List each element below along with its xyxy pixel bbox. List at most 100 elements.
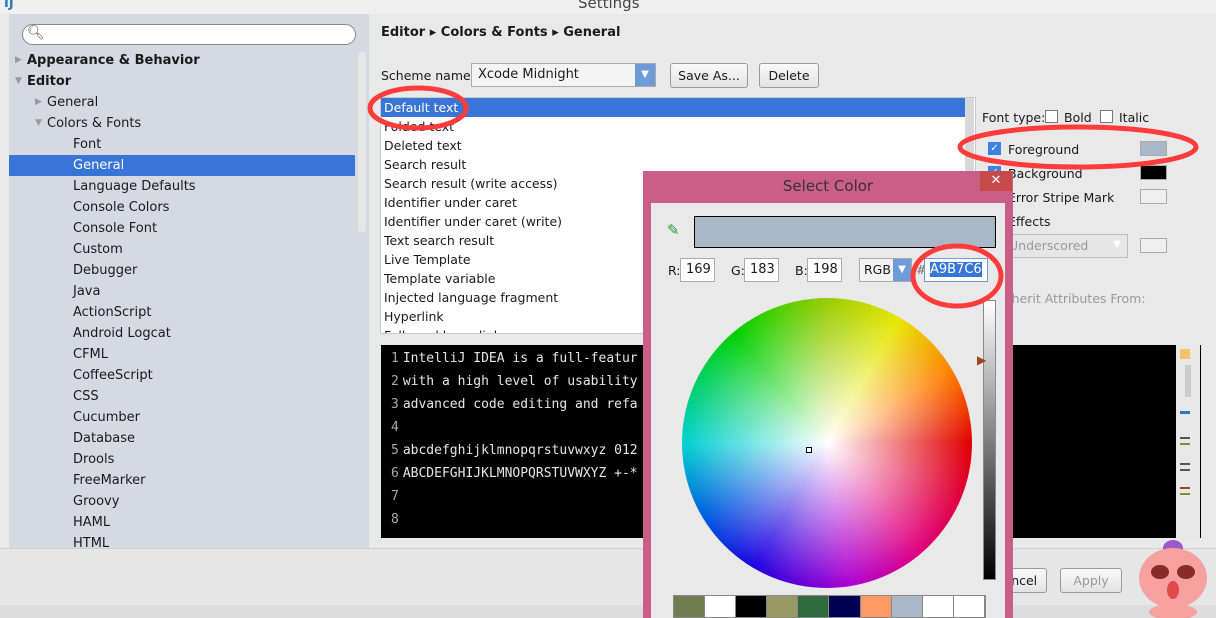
background-swatch[interactable] [1140,165,1167,180]
bold-checkbox[interactable] [1045,110,1058,123]
line-number: 4 [391,420,399,435]
list-item[interactable]: Deleted text [381,136,965,155]
effect-swatch[interactable] [1140,238,1167,253]
preview-text: IntelliJ IDEA is a full-featur [402,351,638,366]
sidebar-item[interactable]: Console Colors [9,197,355,218]
sidebar-item-label: Appearance & Behavior [27,53,200,68]
sidebar-item[interactable]: Groovy [9,491,355,512]
sidebar-item[interactable]: CoffeeScript [9,365,355,386]
sidebar-item[interactable]: HAML [9,512,355,533]
collapsed-arrow-icon[interactable]: ▶ [35,92,42,113]
sidebar-item[interactable]: Custom [9,239,355,260]
expanded-arrow-icon[interactable]: ▼ [35,113,42,134]
scheme-select[interactable]: Xcode Midnight ▼ [471,63,656,87]
preview-line: 3 advanced code editing and refa [391,397,638,412]
color-swatch[interactable] [860,596,892,617]
g-input[interactable]: 183 [744,258,779,282]
hex-value: A9B7C6 [930,262,982,277]
preview-line: 4 [391,420,403,435]
color-mode-value: RGB [864,262,891,277]
r-input[interactable]: 169 [680,258,715,282]
foreground-swatch[interactable] [1140,141,1167,156]
sidebar-item[interactable]: Java [9,281,355,302]
list-item[interactable]: Folded text [381,117,965,136]
preview-line: 1 IntelliJ IDEA is a full-featur [391,351,638,366]
color-mode-select[interactable]: RGB ▼ [859,258,912,282]
sidebar-item[interactable]: ▶ Appearance & Behavior [9,50,355,71]
sidebar-item[interactable]: Drools [9,449,355,470]
chevron-down-icon: ▼ [1113,239,1121,250]
italic-checkbox[interactable] [1100,110,1113,123]
brightness-slider-handle[interactable]: ▶ [977,353,986,367]
sidebar-item[interactable]: Cucumber [9,407,355,428]
color-swatch[interactable] [674,596,706,617]
sidebar-item[interactable]: Language Defaults [9,176,355,197]
sidebar-item[interactable]: Console Font [9,218,355,239]
collapsed-arrow-icon[interactable]: ▶ [15,50,22,71]
apply-button[interactable]: Apply [1060,568,1122,593]
preview-line: 8 [391,512,403,527]
sidebar-item[interactable]: Android Logcat [9,323,355,344]
sidebar-item[interactable]: ▼ Editor [9,71,355,92]
chevron-down-icon: ▼ [893,259,911,281]
sidebar-item[interactable]: FreeMarker [9,470,355,491]
sidebar-item-label: CSS [73,389,99,404]
color-preview [694,216,996,248]
color-swatch[interactable] [829,596,861,617]
window-title: Settings [578,0,640,12]
sidebar-item-label: Colors & Fonts [47,116,142,131]
list-item[interactable]: Default text [381,98,965,117]
foreground-label: Foreground [1008,142,1080,157]
color-swatch[interactable] [767,596,799,617]
line-number: 5 [391,443,399,458]
sidebar-item-label: FreeMarker [73,473,146,488]
color-swatch[interactable] [891,596,923,617]
preview-text: with a high level of usability [402,374,638,389]
b-input[interactable]: 198 [807,258,842,282]
brightness-slider[interactable] [983,300,996,580]
expanded-arrow-icon[interactable]: ▼ [15,71,22,92]
error-stripe-swatch[interactable] [1140,189,1167,204]
color-swatch[interactable] [736,596,768,617]
sidebar-item[interactable]: Debugger [9,260,355,281]
foreground-checkbox[interactable]: ✓ [988,142,1001,155]
color-swatch[interactable] [705,596,737,617]
italic-label: Italic [1119,110,1150,125]
sidebar-item[interactable]: CSS [9,386,355,407]
sidebar-item[interactable]: ActionScript [9,302,355,323]
line-number: 8 [391,512,399,527]
color-swatch[interactable] [953,596,985,617]
effect-type-select[interactable]: Underscored ▼ [1000,234,1128,258]
color-swatch[interactable] [798,596,830,617]
sidebar-scrollbar[interactable] [358,52,366,232]
sidebar-item[interactable]: General [9,155,355,176]
bold-label: Bold [1064,110,1092,125]
color-swatch[interactable] [922,596,954,617]
preview-line: 7 [391,489,403,504]
sidebar-item-label: Java [73,284,101,299]
breadcrumb: Editor ▸ Colors & Fonts ▸ General [381,25,621,40]
preview-text: abcdefghijklmnopqrstuvwxyz 012 [402,443,638,458]
delete-button[interactable]: Delete [759,63,819,88]
search-input[interactable]: 🔍︎ [22,24,356,45]
mascot-sticker [1139,540,1207,618]
sidebar-item[interactable]: Database [9,428,355,449]
close-icon[interactable]: ✕ [980,171,1012,191]
color-wheel[interactable] [682,298,972,588]
sidebar-item-label: Language Defaults [73,179,196,194]
preview-error-stripe [1176,345,1200,538]
sidebar-item[interactable]: Font [9,134,355,155]
background-label: Background [1008,166,1083,181]
preview-line: 6 ABCDEFGHIJKLMNOPQRSTUVWXYZ +-* [391,466,638,481]
hex-input[interactable]: A9B7C6 [924,258,988,282]
color-wheel-cursor[interactable] [806,447,812,453]
line-number: 1 [391,351,399,366]
eyedropper-icon[interactable]: ✎ [667,221,680,239]
sidebar-item[interactable]: ▶ General [9,92,355,113]
r-label: R: [668,263,681,278]
save-as-button[interactable]: Save As... [670,63,748,88]
sidebar-item[interactable]: ▼ Colors & Fonts [9,113,355,134]
effects-label: Effects [1008,214,1051,229]
sidebar-item[interactable]: CFML [9,344,355,365]
effect-type-value: Underscored [1009,238,1089,253]
